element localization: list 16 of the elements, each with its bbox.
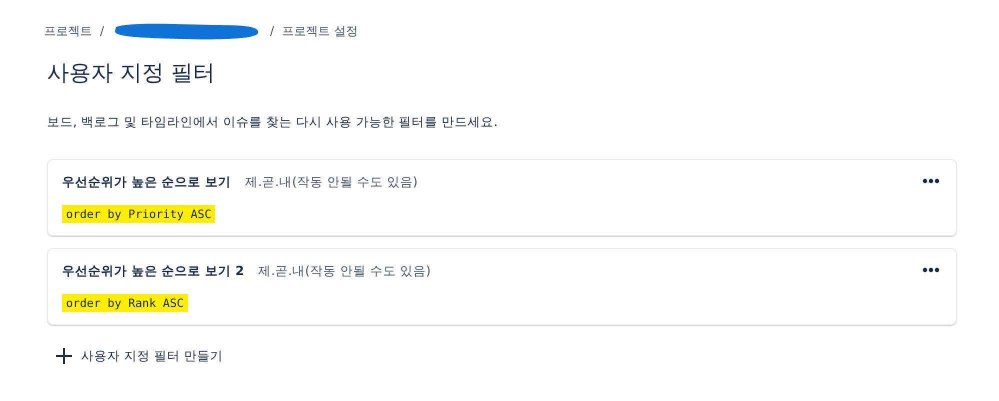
- filter-description: 제.곧.내(작동 안될 수도 있음): [245, 174, 418, 191]
- breadcrumb-separator: /: [270, 24, 274, 38]
- create-filter-button[interactable]: 사용자 지정 필터 만들기: [55, 347, 223, 365]
- more-icon: [922, 267, 940, 273]
- filter-description: 제.곧.내(작동 안될 수도 있음): [258, 263, 431, 280]
- breadcrumb-separator: /: [100, 24, 104, 38]
- page-title: 사용자 지정 필터: [47, 60, 216, 88]
- breadcrumb-link[interactable]: 프로젝트 설정: [282, 22, 358, 40]
- plus-icon: [55, 347, 73, 365]
- filter-name: 우선순위가 높은 순으로 보기: [62, 174, 232, 191]
- more-icon: [922, 178, 940, 184]
- breadcrumb-link[interactable]: 프로젝트: [44, 22, 92, 40]
- page-description: 보드, 백로그 및 타임라인에서 이슈를 찾는 다시 사용 가능한 필터를 만드세요.: [47, 114, 499, 131]
- filter-query: order by Priority ASC: [62, 205, 216, 223]
- filter-query: order by Rank ASC: [62, 294, 188, 312]
- filter-name: 우선순위가 높은 순으로 보기 2: [62, 263, 244, 280]
